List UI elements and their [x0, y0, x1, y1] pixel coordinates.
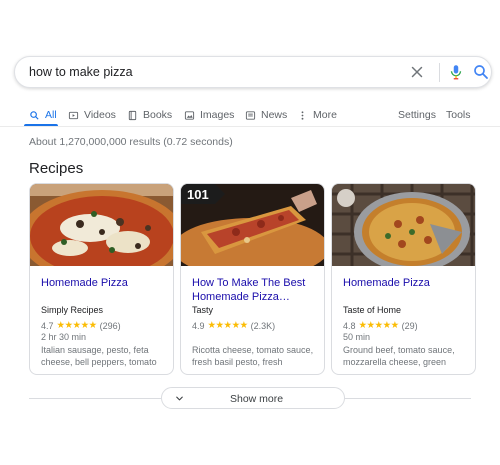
recipe-thumbnail	[332, 184, 475, 266]
rating-value: 4.7	[41, 320, 54, 331]
recipe-title[interactable]: Homemade Pizza	[41, 276, 167, 290]
rating-value: 4.8	[343, 320, 356, 331]
recipe-time: 50 min	[343, 332, 371, 342]
video-icon	[68, 111, 79, 119]
search-input[interactable]: how to make pizza	[29, 65, 133, 79]
recipe-card[interactable]: Homemade Pizza Simply Recipes 4.7 ★★★★★ …	[29, 183, 174, 375]
recipe-time: 2 hr 30 min	[41, 332, 87, 342]
recipe-ingredients: Ricotta cheese, tomato sauce, fresh basi…	[192, 345, 314, 367]
settings-label: Settings	[398, 109, 436, 121]
rating-value: 4.9	[192, 320, 205, 331]
tabs-divider	[0, 126, 500, 127]
tools-label: Tools	[446, 109, 471, 121]
recipe-rating: 4.9 ★★★★★ (2.3K)	[192, 320, 275, 331]
recipe-rating: 4.7 ★★★★★ (296)	[41, 320, 121, 331]
search-bar[interactable]: how to make pizza	[14, 56, 492, 88]
recipe-ingredients: Italian sausage, pesto, feta cheese, bel…	[41, 345, 157, 367]
search-divider	[439, 63, 440, 82]
recipe-card[interactable]: 101 How To Make The Best Homemade Pizza……	[180, 183, 325, 375]
tab-label: All	[45, 109, 57, 121]
star-rating-icon: ★★★★★	[207, 320, 249, 331]
tab-images[interactable]: Images	[184, 104, 234, 126]
more-vert-icon	[301, 110, 304, 120]
recipe-title[interactable]: Homemade Pizza	[343, 276, 469, 290]
review-count: (2.3K)	[250, 320, 276, 331]
tab-label: News	[261, 109, 288, 121]
book-icon	[128, 110, 137, 120]
news-icon	[245, 110, 256, 120]
review-count: (296)	[99, 320, 121, 331]
tools-link[interactable]: Tools	[446, 104, 471, 126]
recipe-rating: 4.8 ★★★★★ (29)	[343, 320, 418, 331]
review-count: (29)	[401, 320, 418, 331]
recipe-source: Tasty	[192, 305, 214, 315]
thumbnail-badge: 101	[187, 187, 209, 202]
recipe-thumbnail: 101	[181, 184, 324, 266]
show-more-label: Show more	[230, 393, 284, 405]
tab-videos[interactable]: Videos	[68, 104, 116, 126]
search-icon[interactable]	[472, 63, 490, 81]
tab-news[interactable]: News	[245, 104, 287, 126]
chevron-down-icon	[176, 396, 183, 401]
show-more-divider	[29, 398, 161, 399]
star-rating-icon: ★★★★★	[56, 320, 98, 331]
tab-label: Videos	[84, 109, 116, 121]
close-icon[interactable]	[408, 63, 426, 81]
tab-label: More	[313, 109, 337, 121]
search-icon	[30, 110, 39, 120]
tab-label: Images	[200, 109, 235, 121]
search-tabs: All Videos Books Images News More Settin…	[0, 100, 500, 128]
section-title: Recipes	[29, 160, 84, 177]
image-icon	[184, 110, 195, 120]
tab-books[interactable]: Books	[127, 104, 172, 126]
result-stats: About 1,270,000,000 results (0.72 second…	[29, 136, 233, 148]
tab-more[interactable]: More	[297, 104, 337, 126]
recipe-source: Simply Recipes	[41, 305, 104, 315]
recipe-title[interactable]: How To Make The Best Homemade Pizza…	[192, 276, 318, 304]
settings-link[interactable]: Settings	[398, 104, 436, 126]
tab-label: Books	[143, 109, 173, 121]
microphone-icon[interactable]	[447, 63, 465, 81]
show-more-divider	[345, 398, 471, 399]
recipe-card[interactable]: Homemade Pizza Taste of Home 4.8 ★★★★★ (…	[331, 183, 476, 375]
star-rating-icon: ★★★★★	[358, 320, 400, 331]
recipe-thumbnail	[30, 184, 173, 266]
recipe-ingredients: Ground beef, tomato sauce, mozzarella ch…	[343, 345, 455, 367]
show-more-button[interactable]: Show more	[161, 387, 345, 409]
tab-all[interactable]: All	[29, 104, 57, 126]
recipe-source: Taste of Home	[343, 305, 402, 315]
